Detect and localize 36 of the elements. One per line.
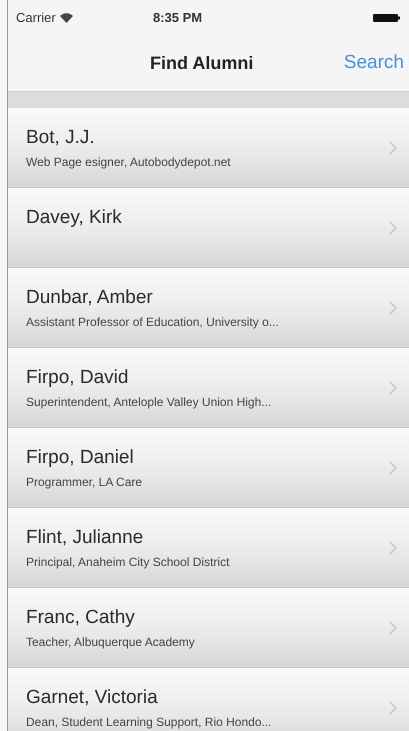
alumni-name: Firpo, Daniel [26,446,135,470]
alumni-row[interactable]: Franc, Cathy Teacher, Albuquerque Academy [8,588,409,668]
alumni-position: Teacher, Albuquerque Academy [26,634,196,651]
alumni-name: Davey, Kirk [26,206,123,230]
screen-title: Find Alumni [150,52,254,74]
alumni-position: Principal, Anaheim City School District [26,554,230,571]
alumni-name: Franc, Cathy [26,606,136,630]
alumni-position: Programmer, LA Care [26,474,144,491]
alumni-row[interactable]: Firpo, Daniel Programmer, LA Care [8,428,409,508]
alumni-name: Firpo, David [26,366,130,390]
chevron-icon [389,540,397,554]
alumni-position: Assistant Professor of Education, University o... [26,314,280,331]
alumni-row[interactable]: Bot, J.J. Web Page esigner, Autobodydepot.net [8,108,409,188]
chevron-icon [389,620,397,634]
alumni-name: Flint, Julianne [26,526,144,550]
chevron-icon [389,140,397,154]
alumni-row[interactable]: Dunbar, Amber Assistant Professor of Education, University o... [8,268,409,348]
alumni-row[interactable]: Garnet, Victoria Dean, Student Learning Support, Rio Hondo... [8,668,409,731]
battery-icon [373,12,401,22]
alumni-position: Web Page esigner, Autobodydepot.net [26,154,232,171]
alumni-name: Dunbar, Amber [26,286,154,310]
alumni-name: Bot, J.J. [26,126,96,150]
alumni-name: Garnet, Victoria [26,686,159,710]
wifi-icon [60,12,73,22]
alumni-row[interactable]: Davey, Kirk [8,188,409,268]
carrier-label: Carrier [16,8,56,27]
chevron-icon [389,300,397,314]
chevron-icon [389,460,397,474]
clock: 8:35 PM [153,8,202,27]
chevron-icon [389,380,397,394]
chevron-icon [389,220,397,234]
alumni-position: Superintendent, Antelople Valley Union High... [26,394,272,411]
chevron-icon [389,700,397,714]
alumni-row[interactable]: Flint, Julianne Principal, Anaheim City School District [8,508,409,588]
alumni-position: Dean, Student Learning Support, Rio Hondo... [26,714,272,731]
alumni-row[interactable]: Firpo, David Superintendent, Antelople Valley Union High... [8,348,409,428]
